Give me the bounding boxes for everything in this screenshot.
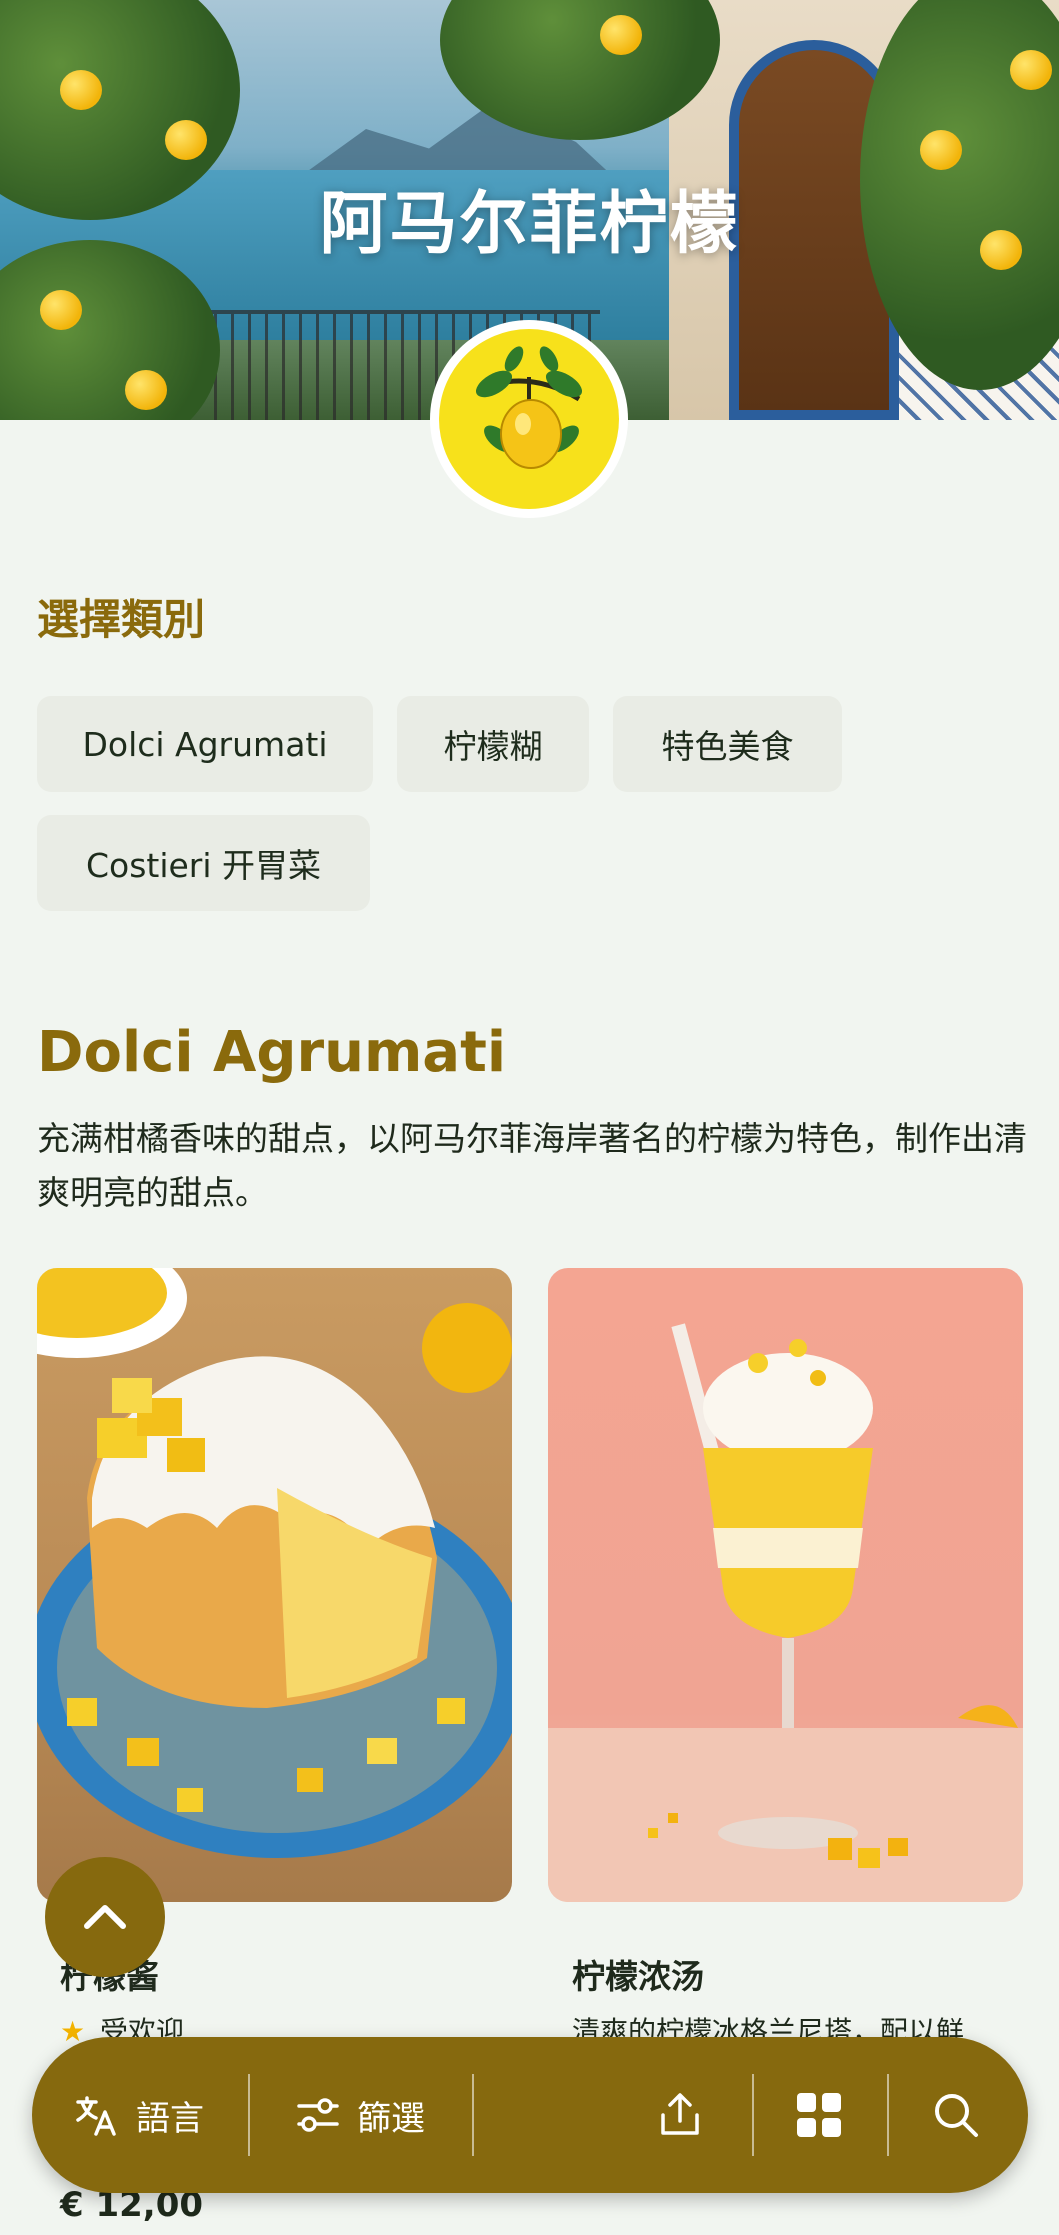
divider [887, 2074, 889, 2156]
lemon [600, 15, 642, 55]
chevron-up-icon [84, 1905, 126, 1929]
translate-icon [76, 2096, 116, 2136]
lemon [60, 70, 102, 110]
product-image-lemon-granita[interactable] [548, 1268, 1023, 1902]
page-title: 阿马尔菲柠檬 [319, 185, 740, 264]
category-chip-dolci-agrumati[interactable]: Dolci Agrumati [37, 696, 373, 792]
search-button[interactable] [932, 2037, 980, 2193]
chip-label: 特色美食 [661, 727, 794, 766]
product-title: 柠檬浓汤 [572, 1957, 704, 1996]
lemon-cake-illustration [37, 1268, 512, 1858]
lemon [125, 370, 167, 410]
lemon-branch-icon [475, 346, 583, 469]
brand-logo [430, 320, 628, 518]
lemon-logo-icon [439, 329, 619, 509]
chip-label: 柠檬糊 [443, 727, 543, 766]
category-description: 充满柑橘香味的甜点，以阿马尔菲海岸著名的柠檬为特色，制作出清爽明亮的甜点。 [37, 1119, 1027, 1212]
category-chip-costieri-appetizers[interactable]: Costieri 开胃菜 [37, 815, 370, 911]
grid-view-button[interactable] [795, 2037, 843, 2193]
category-title: Dolci Agrumati [37, 1020, 507, 1085]
divider [752, 2074, 754, 2156]
divider [248, 2074, 250, 2156]
category-picker-heading: 選擇類別 [37, 595, 206, 644]
lemon [165, 120, 207, 160]
category-chip-lemon-paste[interactable]: 柠檬糊 [397, 696, 589, 792]
chip-label: Costieri 开胃菜 [85, 846, 322, 885]
lemon-granita-illustration [548, 1323, 1023, 1902]
language-label: 語言 [136, 2098, 204, 2139]
chip-label: Dolci Agrumati [82, 724, 328, 764]
bottom-action-bar: 語言 篩選 [32, 2037, 1028, 2193]
share-upload-icon [661, 2093, 699, 2135]
divider [472, 2074, 474, 2156]
language-button[interactable]: 語言 [74, 2037, 204, 2193]
category-chip-specialties[interactable]: 特色美食 [613, 696, 842, 792]
share-button[interactable] [657, 2037, 703, 2193]
scroll-to-top-button[interactable] [45, 1857, 165, 1977]
filter-sliders-icon [297, 2098, 339, 2132]
grid-view-icon [797, 2093, 841, 2137]
filter-label: 篩選 [357, 2098, 425, 2139]
filter-button[interactable]: 篩選 [295, 2037, 425, 2193]
lemon [920, 130, 962, 170]
lemon [40, 290, 82, 330]
lemon [1010, 50, 1052, 90]
product-image-lemon-cake[interactable] [37, 1268, 512, 1902]
search-icon [935, 2094, 978, 2137]
